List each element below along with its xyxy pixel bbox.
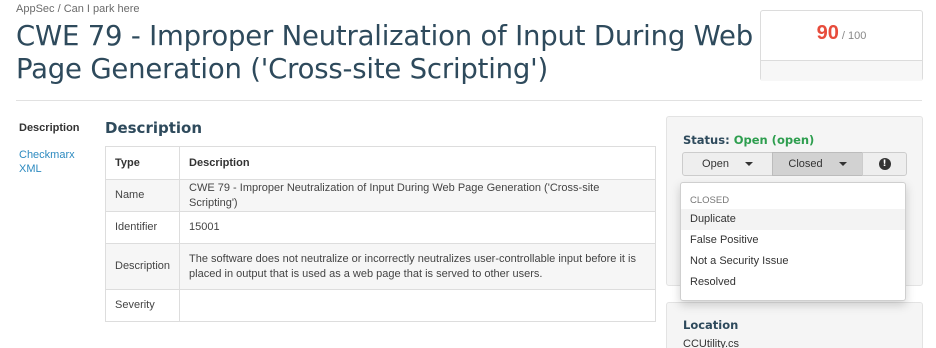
location-file[interactable]: CCUtility.cs [683,338,739,348]
chevron-down-icon [838,162,847,166]
table-row: Identifier 15001 [104,211,656,244]
status-label-text: Status: [683,133,730,147]
table-cell-type: Severity [104,289,181,322]
table-cell-type: Description [104,243,181,290]
menu-header-closed: CLOSED [690,195,730,206]
header-divider [16,100,922,101]
table-cell-value: 15001 [179,211,656,244]
score-box: 90/ 100 [760,10,923,81]
table-cell-value: CWE 79 - Improper Neutralization of Inpu… [179,179,656,212]
closed-status-dropdown-button[interactable]: Closed [772,152,863,176]
score-display: 90/ 100 [761,11,922,60]
breadcrumb[interactable]: AppSec / Can I park here [16,3,140,15]
page-title: CWE 79 - Improper Neutralization of Inpu… [16,20,753,85]
status-value: Open (open) [733,133,815,147]
table-cell-value: The software does not neutralize or inco… [179,243,656,290]
open-status-dropdown-button[interactable]: Open [682,152,773,176]
table-row: Description The software does not neutra… [104,243,656,290]
menu-item-duplicate[interactable]: Duplicate [681,209,905,230]
description-table: Type Description Name CWE 79 - Improper … [104,146,656,322]
chevron-down-icon [744,162,753,166]
menu-item-resolved[interactable]: Resolved [681,272,905,293]
menu-item-not-a-security-issue[interactable]: Not a Security Issue [681,251,905,272]
table-cell-type: Identifier [104,211,181,244]
score-max: / 100 [841,30,867,42]
info-button[interactable]: ! [862,152,907,176]
side-nav-link-xml[interactable]: XML [19,162,99,176]
table-row: Name CWE 79 - Improper Neutralization of… [104,179,656,212]
table-cell-type: Name [104,179,181,212]
table-cell-value [179,289,656,322]
score-footer [761,60,922,81]
menu-item-false-positive[interactable]: False Positive [681,230,905,251]
side-nav-heading[interactable]: Description [19,122,99,134]
side-nav: Description Checkmarx XML [19,122,99,176]
side-nav-link-checkmarx[interactable]: Checkmarx [19,148,99,162]
status-label: Status: Open (open) [683,133,814,147]
location-title: Location [683,318,739,332]
closed-button-label: Closed [788,158,823,170]
score-value: 90 [816,22,839,44]
closed-status-menu: CLOSED Duplicate False Positive Not a Se… [680,182,906,301]
column-header-type: Type [104,146,181,180]
exclamation-circle-icon: ! [878,158,891,170]
location-panel: Location CCUtility.cs [666,302,923,348]
table-header-row: Type Description [104,146,656,180]
section-title: Description [105,119,203,137]
open-button-label: Open [702,158,729,170]
column-header-description: Description [179,146,656,180]
table-row: Severity [104,289,656,322]
